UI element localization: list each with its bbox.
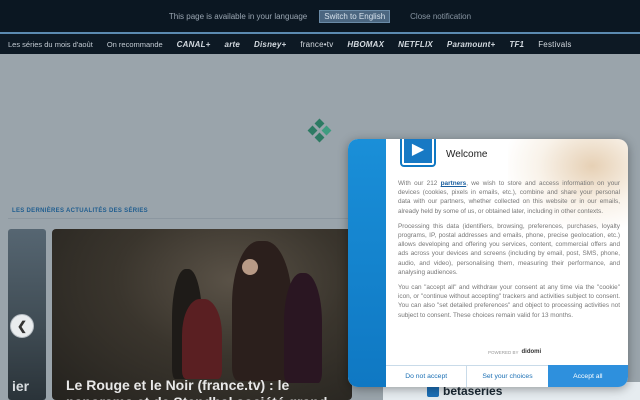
dialog-buttons: Do not accept Set your choices Accept al… xyxy=(386,365,628,387)
language-message: This page is available in your language xyxy=(168,11,308,21)
nav-item-festivals[interactable]: Festivals xyxy=(538,40,571,49)
consent-paragraph: Processing this data (identifiers, brows… xyxy=(398,222,620,276)
section-divider xyxy=(8,218,368,219)
nav-item-paramount-plus[interactable]: Paramount+ xyxy=(447,40,495,49)
nav-item-canal-plus[interactable]: CANAL+ xyxy=(177,40,211,49)
powered-by-label: POWERED BY xyxy=(488,349,519,355)
nav-item-recommande[interactable]: On recommande xyxy=(107,40,163,49)
section-title: LES DERNIÈRES ACTUALITÉS DES SÉRIES xyxy=(12,208,148,214)
news-card-title: Le Rouge et le Noir (france.tv) : le pan… xyxy=(66,377,339,400)
didomi-logo: didomi xyxy=(521,349,542,355)
nav-item-series-aout[interactable]: Les séries du mois d'août xyxy=(8,40,93,49)
nav-item-arte[interactable]: arte xyxy=(225,40,240,49)
partners-link[interactable]: partners xyxy=(441,180,467,187)
loading-spinner-icon xyxy=(307,118,332,143)
dialog-accent-bar xyxy=(348,139,386,387)
card-image-figure xyxy=(242,259,258,275)
paragraph-text: With our 212 xyxy=(398,180,441,187)
dialog-body: With our 212 partners, we wish to store … xyxy=(398,179,620,326)
news-card-title: ier xyxy=(12,378,30,394)
card-image-figure xyxy=(232,241,292,381)
nav-item-hbo-max[interactable]: HBOMAX xyxy=(347,40,384,49)
carousel-prev-button[interactable]: ❮ xyxy=(10,314,34,338)
nav-item-tf1[interactable]: TF1 xyxy=(509,40,524,49)
close-notification-button[interactable]: Close notification xyxy=(410,12,471,21)
nav-item-netflix[interactable]: NETFLIX xyxy=(398,40,433,49)
consent-paragraph: You can "accept all" and withdraw your c… xyxy=(398,284,620,319)
powered-by: POWERED BY didomi xyxy=(488,349,541,355)
main-nav: Les séries du mois d'août On recommande … xyxy=(0,34,640,54)
language-notification-bar: This page is available in your language … xyxy=(0,0,640,32)
card-image-figure xyxy=(182,299,222,379)
accept-all-button[interactable]: Accept all xyxy=(547,365,628,387)
news-card-featured[interactable]: Le Rouge et le Noir (france.tv) : le pan… xyxy=(52,229,352,400)
nav-item-disney-plus[interactable]: Disney+ xyxy=(254,40,286,49)
consent-dialog: ▶ Welcome With our 212 partners, we wish… xyxy=(348,139,628,387)
card-image-figure xyxy=(284,273,322,383)
play-icon: ▶ xyxy=(404,139,432,163)
dialog-heading: Welcome xyxy=(446,149,488,160)
chevron-left-icon: ❮ xyxy=(16,319,28,333)
do-not-accept-button[interactable]: Do not accept xyxy=(386,365,468,387)
consent-paragraph: With our 212 partners, we wish to store … xyxy=(398,179,620,216)
set-choices-button[interactable]: Set your choices xyxy=(467,365,548,387)
site-logo-icon: ▶ xyxy=(400,139,436,167)
switch-to-english-button[interactable]: Switch to English xyxy=(319,9,391,23)
nav-item-france-tv[interactable]: france•tv xyxy=(300,40,333,49)
